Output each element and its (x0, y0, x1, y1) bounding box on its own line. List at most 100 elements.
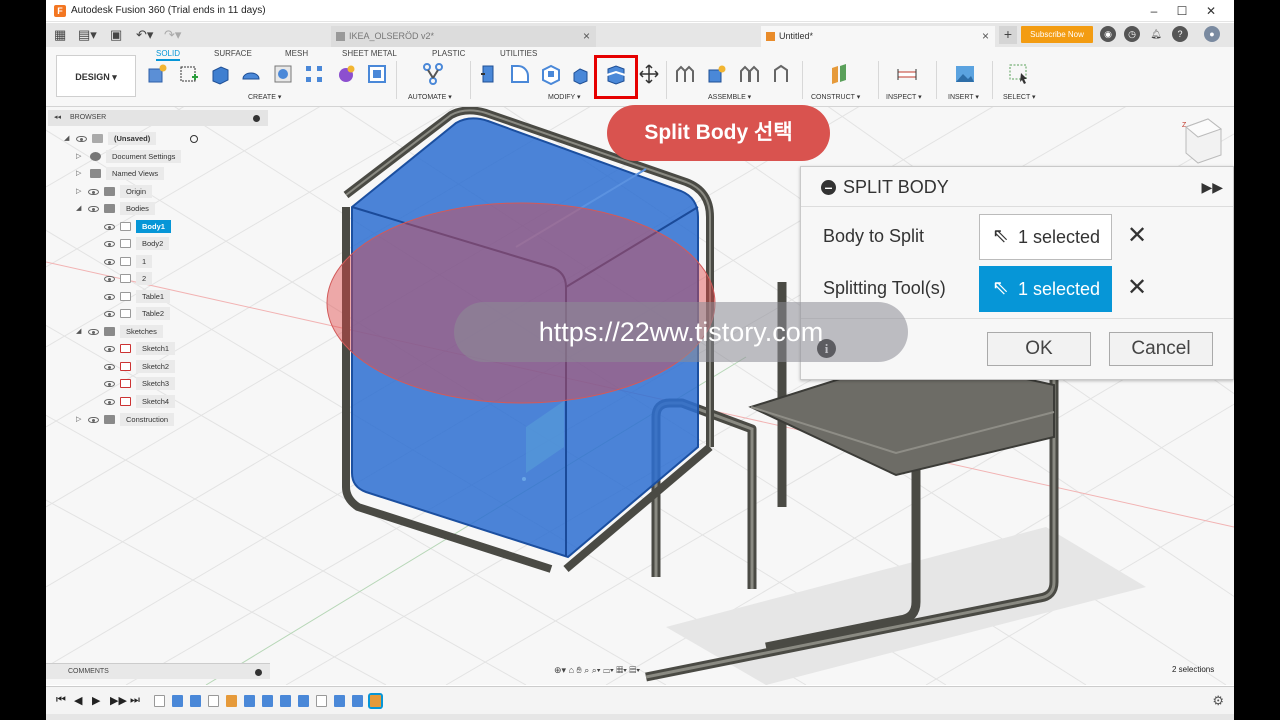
go-to-end-icon[interactable]: ⏭ (130, 694, 140, 707)
timeline-feature-icon[interactable] (298, 695, 309, 707)
tab-ikea-olserod[interactable]: IKEA_OLSERÖD v2* × (331, 26, 596, 47)
form-icon[interactable] (335, 63, 357, 85)
play-icon[interactable]: ▶ (92, 694, 100, 707)
visibility-eye-icon[interactable] (104, 259, 115, 265)
extensions-icon[interactable]: ◉ (1100, 26, 1116, 42)
shell-icon[interactable] (540, 63, 562, 85)
dialog-header[interactable]: – SPLIT BODY ▶▶ (801, 167, 1233, 207)
visibility-eye-icon[interactable] (104, 224, 115, 230)
undo-icon[interactable]: ↶▾ (136, 27, 153, 43)
create-base-feature-icon[interactable] (366, 63, 388, 85)
grid-settings-icon[interactable]: ▦▾ (616, 665, 627, 675)
tab-sheet-metal[interactable]: SHEET METAL (342, 49, 397, 58)
visibility-eye-icon[interactable] (88, 329, 99, 335)
timeline-feature-icon[interactable] (280, 695, 291, 707)
inspect-group-label[interactable]: INSPECT ▾ (886, 93, 922, 101)
new-component-icon[interactable] (146, 63, 168, 85)
extrude-icon[interactable] (209, 63, 231, 85)
tab-surface[interactable]: SURFACE (214, 49, 252, 58)
tab-untitled[interactable]: Untitled* × (761, 26, 995, 47)
close-tab-icon[interactable]: × (583, 26, 590, 47)
expand-icon[interactable]: ◢ (76, 201, 81, 217)
combine-icon[interactable] (571, 63, 593, 85)
insert-group-label[interactable]: INSERT ▾ (948, 93, 979, 101)
insert-image-icon[interactable] (954, 63, 976, 85)
visibility-eye-icon[interactable] (104, 346, 115, 352)
tab-utilities[interactable]: UTILITIES (500, 49, 537, 58)
measure-icon[interactable] (896, 63, 918, 85)
collapse-icon[interactable]: ◂◂ (54, 110, 61, 126)
pin-icon[interactable] (253, 115, 260, 122)
offset-plane-icon[interactable] (828, 63, 850, 85)
file-menu-icon[interactable]: ▤▾ (78, 27, 97, 43)
timeline-feature-icon[interactable] (190, 695, 201, 707)
ok-button[interactable]: OK (987, 332, 1091, 366)
display-settings-icon[interactable]: ▭▾ (603, 665, 614, 675)
notifications-icon[interactable]: 🔔︎ (1148, 26, 1164, 42)
timeline-split-marker-icon[interactable] (368, 693, 383, 709)
clear-body-selection-icon[interactable]: ✕ (1127, 211, 1147, 261)
expand-icon[interactable]: ▷ (76, 166, 81, 182)
visibility-eye-icon[interactable] (104, 311, 115, 317)
subscribe-button[interactable]: Subscribe Now (1021, 26, 1093, 43)
select-icon[interactable] (1008, 63, 1030, 85)
expand-icon[interactable]: ▷ (76, 412, 81, 428)
timeline-sketch-icon[interactable] (316, 695, 327, 707)
cancel-button[interactable]: Cancel (1109, 332, 1213, 366)
timeline-feature-icon[interactable] (262, 695, 273, 707)
expand-dialog-icon[interactable]: ▶▶ (1201, 167, 1223, 207)
hole-icon[interactable] (272, 63, 294, 85)
assemble-group-label[interactable]: ASSEMBLE ▾ (708, 93, 751, 101)
look-at-icon[interactable]: ⌂ (569, 665, 574, 675)
help-icon[interactable]: ? (1172, 26, 1188, 42)
modify-group-label[interactable]: MODIFY ▾ (548, 93, 581, 101)
avatar[interactable]: ● (1204, 26, 1220, 42)
save-icon[interactable]: ▣ (110, 27, 122, 43)
automate-icon[interactable] (422, 63, 444, 85)
press-pull-icon[interactable] (478, 63, 500, 85)
view-cube[interactable]: Z (1182, 118, 1223, 164)
tab-plastic[interactable]: PLASTIC (432, 49, 465, 58)
joint-icon[interactable] (706, 63, 728, 85)
browser-header[interactable]: ◂◂ BROWSER (48, 110, 268, 126)
timeline-sketch-icon[interactable] (208, 695, 219, 707)
timeline-sketch-icon[interactable] (154, 695, 165, 707)
timeline-feature-icon[interactable] (334, 695, 345, 707)
as-built-joint-icon[interactable] (738, 63, 760, 85)
fillet-icon[interactable] (509, 63, 531, 85)
construct-group-label[interactable]: CONSTRUCT ▾ (811, 93, 860, 101)
visibility-eye-icon[interactable] (88, 206, 99, 212)
viewports-icon[interactable]: ▤▾ (629, 665, 640, 675)
maximize-button[interactable]: ☐ (1172, 2, 1192, 20)
timeline-feature-icon[interactable] (352, 695, 363, 707)
step-back-icon[interactable]: ◀ (74, 694, 82, 707)
activate-radio-icon[interactable] (190, 135, 198, 143)
minimize-button[interactable]: – (1144, 2, 1164, 20)
expand-icon[interactable]: ◢ (64, 131, 69, 147)
timeline-feature-icon[interactable] (244, 695, 255, 707)
pan-icon[interactable]: ✋︎ (577, 665, 582, 675)
visibility-eye-icon[interactable] (104, 294, 115, 300)
job-status-icon[interactable]: ◷ (1124, 26, 1140, 42)
timeline-plane-icon[interactable] (226, 695, 237, 707)
rectangular-pattern-icon[interactable] (303, 63, 325, 85)
visibility-eye-icon[interactable] (104, 381, 115, 387)
redo-icon[interactable]: ↷▾ (164, 27, 181, 43)
timeline-feature-icon[interactable] (172, 695, 183, 707)
visibility-eye-icon[interactable] (88, 189, 99, 195)
comments-panel[interactable]: COMMENTS (46, 663, 270, 679)
visibility-eye-icon[interactable] (104, 364, 115, 370)
app-grid-icon[interactable]: ▦ (54, 27, 66, 43)
add-comment-icon[interactable] (255, 669, 262, 676)
create-sketch-icon[interactable] (178, 63, 200, 85)
close-window-button[interactable]: ✕ (1201, 2, 1221, 20)
go-to-start-icon[interactable]: ⏮ (56, 694, 66, 707)
workspace-switcher-button[interactable]: DESIGN ▾ (56, 55, 136, 97)
visibility-eye-icon[interactable] (88, 417, 99, 423)
visibility-eye-icon[interactable] (76, 136, 87, 142)
revolve-icon[interactable] (240, 63, 262, 85)
select-group-label[interactable]: SELECT ▾ (1003, 93, 1036, 101)
expand-icon[interactable]: ▷ (76, 184, 81, 200)
visibility-eye-icon[interactable] (104, 399, 115, 405)
new-component-assemble-icon[interactable] (674, 63, 696, 85)
